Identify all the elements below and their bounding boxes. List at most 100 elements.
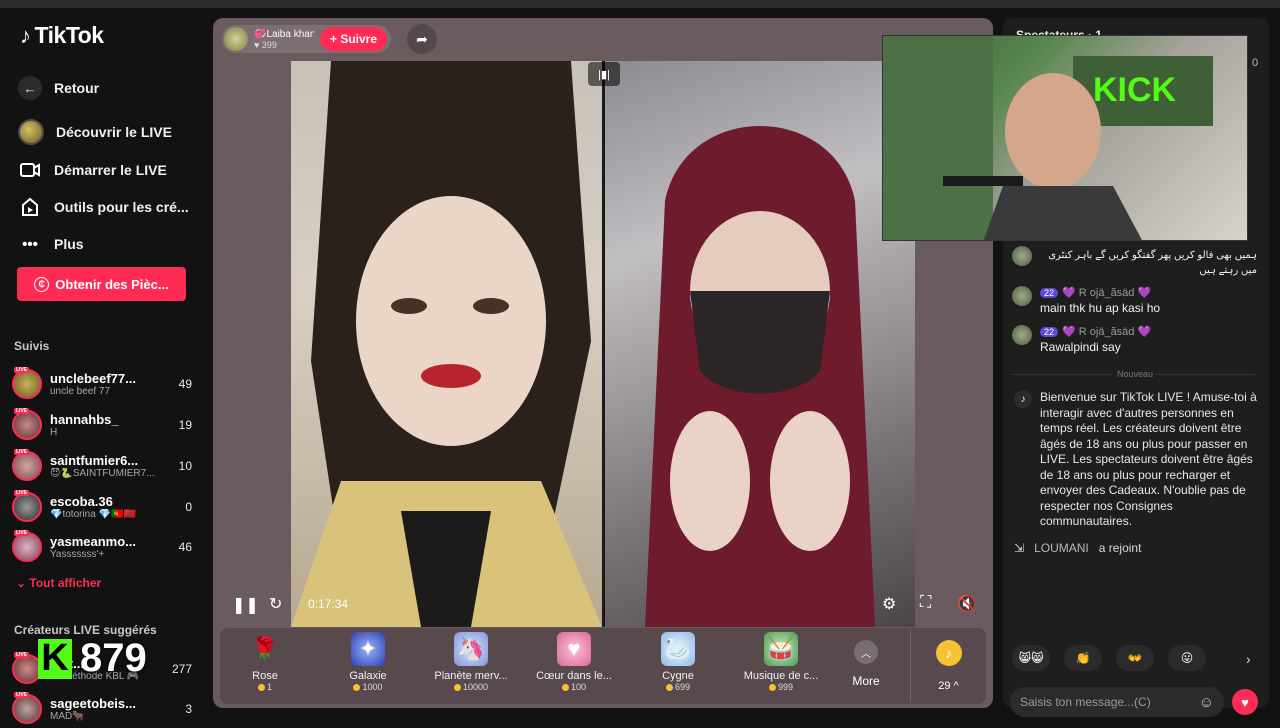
following-name: hannahbs_ <box>50 412 119 427</box>
gift-item[interactable]: 🥁 Musique de c... 999 <box>736 632 826 692</box>
show-all-label: Tout afficher <box>29 576 102 590</box>
back-button[interactable]: ← Retour <box>18 76 99 100</box>
gift-price: 1 <box>220 682 310 692</box>
avatar: LIVE <box>12 490 42 522</box>
get-coins-button[interactable]: ₵ Obtenir des Pièc... <box>17 267 186 301</box>
avatar: LIVE <box>12 530 42 562</box>
more-label: More <box>852 674 880 688</box>
following-item[interactable]: LIVE hannahbs_ H 19 <box>12 406 192 444</box>
host-name: 💞Laiba khan💞 <box>254 28 314 40</box>
mute-icon[interactable]: 🔇 <box>957 594 977 614</box>
following-name: saintfumier6... <box>50 453 139 468</box>
tiktok-note-icon: ♪ <box>1014 390 1032 408</box>
quick-emoji[interactable]: 😛 <box>1168 645 1206 671</box>
nav-start-live[interactable]: Démarrer le LIVE <box>18 158 167 182</box>
kick-follower-overlay: K 879 <box>38 636 147 681</box>
likes-count: 399 <box>261 39 277 50</box>
chat-message[interactable]: 22 💜 R ojä_ãsäd 💜 Rawalpindi say <box>1012 325 1257 355</box>
more-gifts-button[interactable]: ︿ More <box>842 640 890 688</box>
join-text: a rejoint <box>1098 541 1142 555</box>
new-messages-divider: Nouveau <box>1117 369 1154 379</box>
avatar <box>1012 246 1032 266</box>
following-item[interactable]: LIVE escoba.36 💎totorina 💎🇵🇹🇲🇦 0 <box>12 488 192 526</box>
arrow-left-icon: ← <box>18 76 42 100</box>
viewer-count: 3 <box>185 702 192 716</box>
viewers-count: 0 <box>1252 57 1259 69</box>
following-item[interactable]: LIVE unclebeef77... uncle beef 77 49 <box>12 365 192 403</box>
fullscreen-icon[interactable]: ⛶ <box>920 594 931 612</box>
message-text: ہمیں بھی فالو کریں پھر گفتگو کریں گے باہ… <box>1048 250 1257 276</box>
video-feed-left[interactable] <box>291 61 602 627</box>
system-message-text: Bienvenue sur TikTok LIVE ! Amuse-toi à … <box>1040 390 1257 528</box>
message-user[interactable]: 💜 R ojä_ãsäd 💜 <box>1062 325 1151 338</box>
price-value: 699 <box>674 682 691 692</box>
price-value: 999 <box>777 682 794 692</box>
host-info[interactable]: 💞Laiba khan💞 ♥ 399 + Suivre <box>222 25 392 53</box>
video-feed-right[interactable] <box>605 61 915 627</box>
gift-item[interactable]: 🌹 Rose 1 <box>220 632 310 692</box>
nav-label: Démarrer le LIVE <box>54 162 167 178</box>
coin-icon <box>768 683 776 691</box>
following-item[interactable]: LIVE yasmeanmo... Yasssssss'+ 46 <box>12 528 192 566</box>
emoji-picker-icon[interactable]: ☺ <box>1199 694 1214 711</box>
nav-label: Plus <box>54 236 84 252</box>
chat-message[interactable]: ہمیں بھی فالو کریں پھر گفتگو کریں گے باہ… <box>1012 246 1257 278</box>
gift-item[interactable]: ♥ Cœur dans le... 100 <box>529 632 619 692</box>
price-value: 1 <box>266 682 272 692</box>
kick-logo-icon: K <box>38 637 72 679</box>
gift-item[interactable]: 🦄 Planète merv... 10000 <box>426 632 516 692</box>
gift-price: 1000 <box>323 682 413 692</box>
refresh-icon[interactable]: ↻ <box>269 594 282 614</box>
elapsed-time: 0:17:34 <box>308 597 349 611</box>
chat-input[interactable]: Saisis ton message...(C) ☺ <box>1010 687 1224 717</box>
chevron-down-icon: ⌄ <box>16 576 30 590</box>
share-icon[interactable]: ➦ <box>407 24 437 54</box>
heart-hands-icon: ♥ <box>557 632 591 666</box>
nav-creator-tools[interactable]: Outils pour les cré... <box>18 195 189 219</box>
gift-name: Cœur dans le... <box>536 670 612 682</box>
gift-item[interactable]: 🦢 Cygne 699 <box>633 632 723 692</box>
divider <box>1155 374 1255 375</box>
suggested-sub: MAD🐂 <box>50 711 85 722</box>
following-item[interactable]: LIVE saintfumier6... 😈🐍SAINTFUMIER7... 10 <box>12 447 192 485</box>
quick-emoji[interactable]: 😸😸 <box>1012 645 1050 671</box>
following-title: Suivis <box>14 339 50 353</box>
join-user[interactable]: LOUMANI <box>1034 541 1089 555</box>
chat-message[interactable]: 22 💜 R ojä_ãsäd 💜 main thk hu ap kasi ho <box>1012 286 1257 316</box>
like-heart-button[interactable]: ♥ <box>1232 689 1258 715</box>
viewer-count: 10 <box>178 459 192 473</box>
pk-battle-icon[interactable]: |▮| <box>588 62 620 86</box>
quick-emoji[interactable]: 👏 <box>1064 645 1102 671</box>
nav-discover-live[interactable]: Découvrir le LIVE <box>18 119 172 145</box>
suggested-item[interactable]: LIVE sageetobeis... MAD🐂 3 <box>12 690 192 728</box>
heart-icon: ♥ <box>254 39 262 50</box>
gift-name: Rose <box>252 670 278 682</box>
following-name: unclebeef77... <box>50 371 136 386</box>
coin-icon <box>561 683 569 691</box>
suggested-title: Créateurs LIVE suggérés <box>14 623 157 637</box>
settings-gear-icon[interactable]: ⚙ <box>882 594 896 614</box>
follow-button[interactable]: + Suivre <box>320 27 388 51</box>
gift-item[interactable]: ✦ Galaxie 1000 <box>323 632 413 692</box>
gift-price: 10000 <box>426 682 516 692</box>
show-all-link[interactable]: ⌄ Tout afficher <box>16 576 101 590</box>
avatar: LIVE <box>12 449 42 481</box>
chevron-right-icon[interactable]: › <box>1246 651 1251 667</box>
chat-input-placeholder: Saisis ton message...(C) <box>1020 695 1151 709</box>
planet-unicorn-icon: 🦄 <box>454 632 488 666</box>
gift-name: Cygne <box>662 670 694 682</box>
more-dots-icon: ••• <box>22 235 38 253</box>
quick-emoji[interactable]: 👐 <box>1116 645 1154 671</box>
tiktok-logo[interactable]: ♪ TikTok <box>20 22 104 49</box>
join-notice: ⇲ LOUMANI a rejoint <box>1014 541 1141 555</box>
coin-balance-value: 29 <box>938 680 951 692</box>
pause-icon[interactable]: ❚❚ <box>232 595 259 615</box>
coin-balance[interactable]: ♪ 29 ^ <box>910 630 986 702</box>
coin-icon <box>665 683 673 691</box>
creator-tools-icon <box>18 195 42 219</box>
message-user[interactable]: 💜 R ojä_ãsäd 💜 <box>1062 286 1151 299</box>
coin-count: 29 ^ <box>911 680 986 692</box>
level-badge: 22 <box>1040 326 1059 337</box>
gift-price: 999 <box>736 682 826 692</box>
nav-more[interactable]: ••• Plus <box>18 232 84 256</box>
